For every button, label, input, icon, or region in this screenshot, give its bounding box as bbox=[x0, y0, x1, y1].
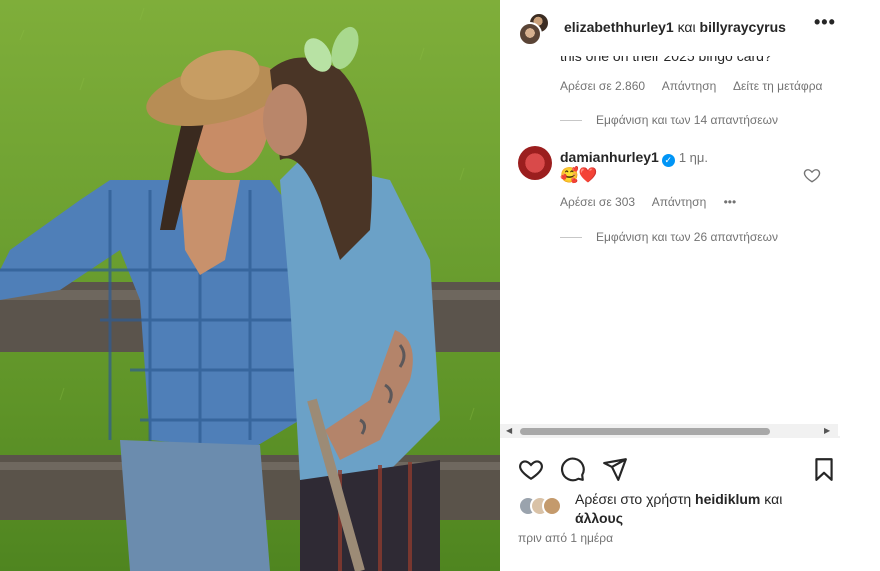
comment-likes-link[interactable]: Αρέσει σε 303 bbox=[560, 195, 635, 209]
comment-text: this one on their 2025 bingo card? bbox=[560, 56, 772, 64]
like-comment-heart-icon[interactable] bbox=[803, 166, 821, 184]
view-replies-button[interactable]: Εμφάνιση και των 26 απαντήσεων bbox=[560, 230, 778, 244]
translate-link[interactable]: Δείτε τη μετάφρα bbox=[733, 79, 823, 93]
scroll-right-icon[interactable]: ▶ bbox=[824, 426, 830, 435]
avatar bbox=[542, 496, 562, 516]
view-replies-button[interactable]: Εμφάνιση και των 14 απαντήσεων bbox=[560, 113, 778, 127]
post-header: elizabethhurley1 και billyraycyrus ••• bbox=[500, 0, 845, 56]
comments-list[interactable]: this one on their 2025 bingo card? Αρέσε… bbox=[500, 56, 845, 426]
post-timestamp[interactable]: πριν από 1 ημέρα bbox=[518, 531, 613, 545]
share-icon[interactable] bbox=[602, 456, 628, 482]
bookmark-icon[interactable] bbox=[811, 456, 837, 482]
scrollbar-thumb[interactable] bbox=[520, 428, 770, 435]
liker-avatars[interactable] bbox=[518, 496, 574, 518]
verified-badge-icon: ✓ bbox=[661, 154, 675, 167]
more-options-button[interactable]: ••• bbox=[814, 12, 836, 33]
comment-text: 🥰❤️ bbox=[560, 167, 598, 184]
horizontal-scrollbar[interactable]: ◀ ▶ bbox=[500, 424, 840, 438]
post-action-bar bbox=[500, 452, 845, 484]
avatar[interactable] bbox=[518, 22, 542, 46]
post-side-panel: elizabethhurley1 και billyraycyrus ••• t… bbox=[500, 0, 845, 571]
username-link[interactable]: elizabethhurley1 bbox=[564, 19, 674, 35]
panel-edge bbox=[838, 56, 844, 436]
username-link[interactable]: billyraycyrus bbox=[700, 19, 786, 35]
avatar[interactable] bbox=[518, 146, 552, 180]
photo-illustration bbox=[0, 7, 500, 571]
comment-more-button[interactable]: ••• bbox=[724, 195, 737, 209]
comment-meta: Αρέσει σε 303 Απάντηση ••• bbox=[560, 195, 750, 209]
scroll-left-icon[interactable]: ◀ bbox=[506, 426, 512, 435]
comment-likes-link[interactable]: Αρέσει σε 2.860 bbox=[560, 79, 645, 93]
likes-prefix: Αρέσει στο χρήστη bbox=[575, 491, 696, 507]
comment-header: damianhurley1 ✓ 1 ημ. bbox=[560, 149, 708, 167]
conjunction-text: και bbox=[677, 19, 696, 35]
likes-text: Αρέσει στο χρήστη heidiklum και άλλους bbox=[575, 490, 825, 528]
collab-avatars[interactable] bbox=[518, 12, 552, 46]
comment-icon[interactable] bbox=[560, 456, 586, 482]
heart-icon[interactable] bbox=[518, 456, 544, 482]
reply-button[interactable]: Απάντηση bbox=[652, 195, 707, 209]
username-link[interactable]: damianhurley1 bbox=[560, 149, 659, 165]
username-link[interactable]: heidiklum bbox=[695, 491, 760, 507]
reply-button[interactable]: Απάντηση bbox=[662, 79, 717, 93]
collab-usernames: elizabethhurley1 και billyraycyrus bbox=[564, 19, 786, 35]
likes-others-link[interactable]: άλλους bbox=[575, 510, 623, 526]
comment-time[interactable]: 1 ημ. bbox=[679, 150, 708, 165]
likes-and: και bbox=[760, 491, 783, 507]
post-photo[interactable] bbox=[0, 0, 500, 571]
comment-meta: Αρέσει σε 2.860 Απάντηση Δείτε τη μετάφρ… bbox=[560, 79, 836, 93]
